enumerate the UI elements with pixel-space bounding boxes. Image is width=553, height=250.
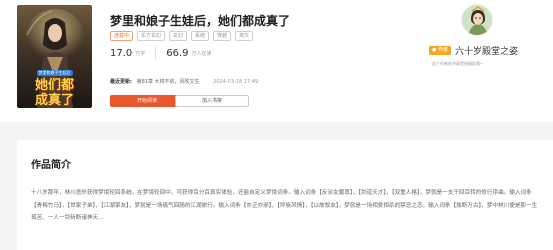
author-panel: ● 作者 六十岁殿堂之姿 这个作者的书真是很精彩哦~: [409, 0, 553, 122]
tag-cool[interactable]: 爽文: [235, 31, 254, 41]
cover-title-line1: 她们都: [34, 78, 74, 93]
book-cover-image[interactable]: 梦里和娘子生娃后 她们都 成真了: [17, 5, 92, 108]
tag-category[interactable]: 东方玄幻: [137, 31, 166, 41]
intro-text: 十八岁那年，林川意外获得梦境轮回系统。在梦境轮回中，可获得百分百真实体验，还能自…: [31, 190, 538, 221]
tag-transmigration[interactable]: 穿越: [213, 31, 232, 41]
cover-title-line2: 成真了: [34, 93, 74, 108]
word-count-unit: 万字: [135, 51, 146, 57]
book-stats: 17.0 万字 66.9 万人在读: [110, 47, 212, 59]
author-name[interactable]: 六十岁殿堂之姿: [455, 44, 518, 57]
author-badge-label: 作者: [437, 47, 448, 53]
book-tags: 连载中 东方玄幻 玄幻 系统 穿越 爽文: [110, 31, 254, 41]
cover-top-text: 梦里和娘子生娃后: [36, 70, 73, 76]
intro-title: 作品简介: [31, 160, 71, 171]
book-title: 梦里和娘子生娃后，她们都成真了: [110, 14, 291, 28]
reader-count: 66.9: [166, 48, 189, 59]
tag-system[interactable]: 系统: [191, 31, 210, 41]
stats-divider: [155, 47, 157, 59]
latest-update: 最近更新: 第81章 大将不依，风吹又生 2024-03-18 17:49: [110, 78, 258, 85]
word-count: 17.0: [110, 48, 133, 59]
add-to-shelf-button[interactable]: 加入书架: [175, 95, 249, 107]
reader-count-unit: 万人在读: [191, 51, 212, 57]
tag-status: 连载中: [110, 31, 134, 41]
latest-update-time: 2024-03-18 17:49: [213, 79, 259, 85]
author-avatar[interactable]: [461, 4, 493, 36]
intro-card: 作品简介 十八岁那年，林川意外获得梦境轮回系统。在梦境轮回中，可获得百分百真实体…: [17, 140, 553, 250]
author-description: 这个作者的书真是很精彩哦~: [432, 61, 484, 66]
latest-update-label: 最近更新:: [110, 79, 132, 85]
start-reading-button[interactable]: 开始阅读: [110, 95, 184, 107]
author-line: ● 作者 六十岁殿堂之姿: [429, 44, 518, 57]
latest-chapter-link[interactable]: 第81章 大将不依，风吹又生: [137, 79, 200, 85]
tag-genre[interactable]: 玄幻: [169, 31, 188, 41]
book-header-card: 梦里和娘子生娃后 她们都 成真了 梦里和娘子生娃后，她们都成真了 连载中 东方玄…: [0, 0, 553, 122]
author-badge: ● 作者: [429, 46, 451, 55]
person-icon: ●: [432, 47, 437, 53]
